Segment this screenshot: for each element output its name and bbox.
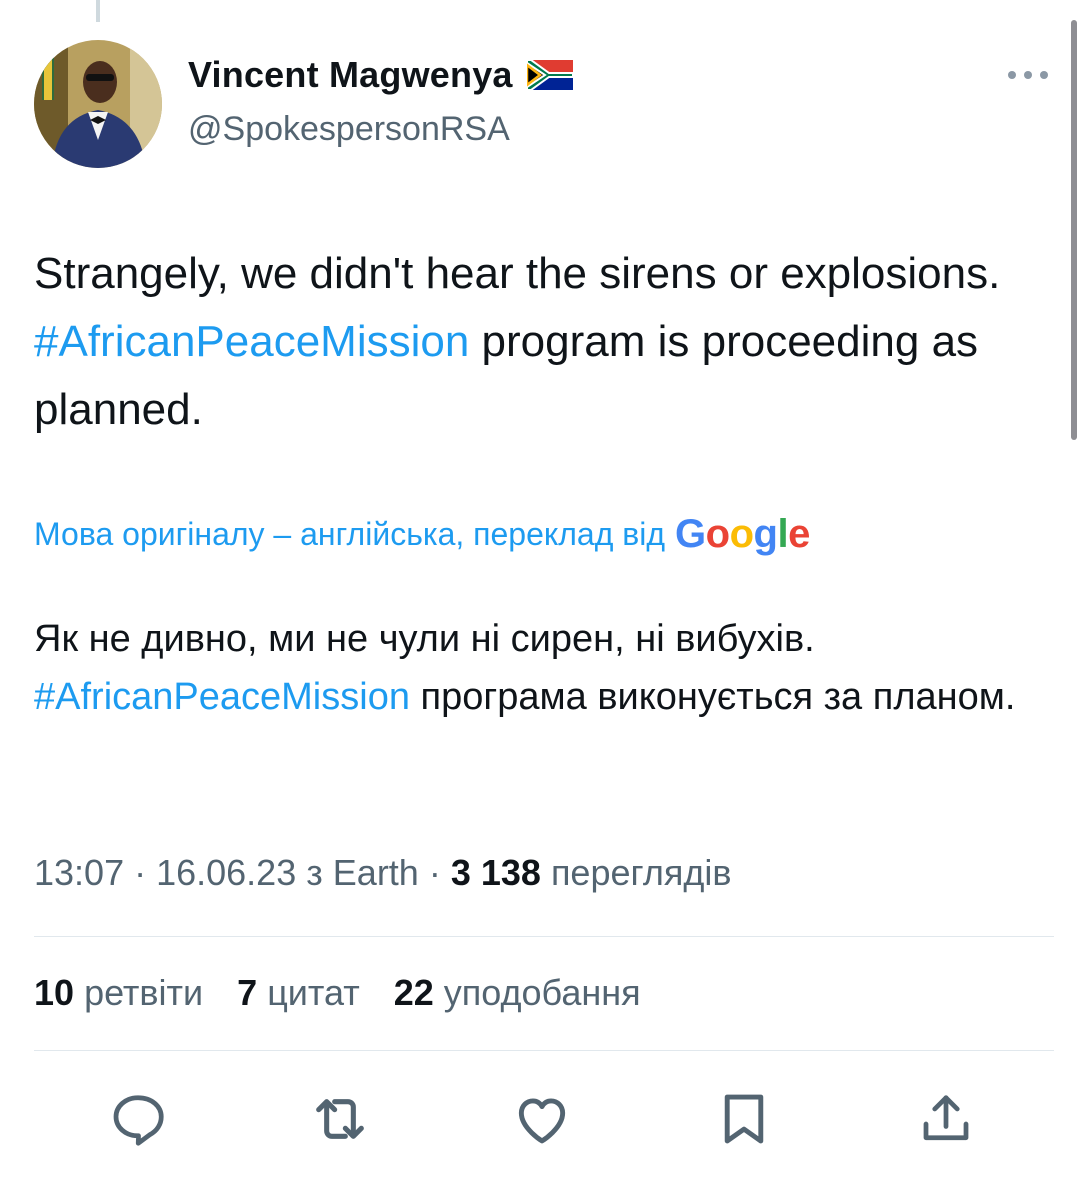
views-count: 3 138 xyxy=(450,852,541,893)
tweet-text-part1: Strangely, we didn't hear the sirens or … xyxy=(34,249,1001,298)
likes-label: уподобання xyxy=(443,972,641,1013)
share-icon[interactable] xyxy=(911,1084,981,1154)
translated-hashtag-link[interactable]: #AfricanPeaceMission xyxy=(34,676,410,718)
tweet-time[interactable]: 13:07 xyxy=(34,852,124,893)
translated-text-part2: програма виконується за планом. xyxy=(409,676,1016,718)
divider xyxy=(34,936,1054,937)
tweet-source: Earth xyxy=(332,852,419,893)
translated-text: Як не дивно, ми не чули ні сирен, ні виб… xyxy=(34,610,1044,726)
like-icon[interactable] xyxy=(507,1084,577,1154)
likes-count: 22 xyxy=(393,972,434,1013)
thread-line xyxy=(96,0,100,22)
author-handle[interactable]: @SpokespersonRSA xyxy=(188,110,510,149)
tweet-text: Strangely, we didn't hear the sirens or … xyxy=(34,240,1044,444)
retweets-label: ретвіти xyxy=(84,972,204,1013)
quotes-label: цитат xyxy=(267,972,360,1013)
retweets-count: 10 xyxy=(34,972,75,1013)
views-label: переглядів xyxy=(550,852,732,893)
source-prefix: з xyxy=(306,852,323,893)
translation-note[interactable]: Мова оригіналу – англійська, переклад ві… xyxy=(34,512,810,557)
tweet-meta: 13:07 · 16.06.23 з Earth · 3 138 перегля… xyxy=(34,852,732,893)
avatar[interactable] xyxy=(34,40,162,168)
google-logo: Google xyxy=(675,512,810,556)
likes-stat[interactable]: 22 уподобання xyxy=(394,972,641,1013)
quotes-stat[interactable]: 7 цитат xyxy=(237,972,360,1013)
action-bar xyxy=(0,1084,1088,1154)
translation-note-text: Мова оригіналу – англійська, переклад ві… xyxy=(34,516,666,552)
tweet-date[interactable]: 16.06.23 xyxy=(156,852,296,893)
author-name[interactable]: Vincent Magwenya xyxy=(188,54,513,96)
more-icon[interactable] xyxy=(1004,60,1052,90)
bookmark-icon[interactable] xyxy=(709,1084,779,1154)
hashtag-link[interactable]: #AfricanPeaceMission xyxy=(34,317,469,366)
divider xyxy=(34,1050,1054,1051)
quotes-count: 7 xyxy=(237,972,258,1013)
engagement-stats: 10 ретвіти 7 цитат 22 уподобання xyxy=(34,972,665,1014)
translated-text-part1: Як не дивно, ми не чули ні сирен, ні виб… xyxy=(34,618,815,660)
scrollbar-thumb[interactable] xyxy=(1071,20,1077,440)
reply-icon[interactable] xyxy=(103,1084,173,1154)
retweet-icon[interactable] xyxy=(305,1084,375,1154)
south-africa-flag-icon xyxy=(526,60,573,90)
retweets-stat[interactable]: 10 ретвіти xyxy=(34,972,203,1013)
